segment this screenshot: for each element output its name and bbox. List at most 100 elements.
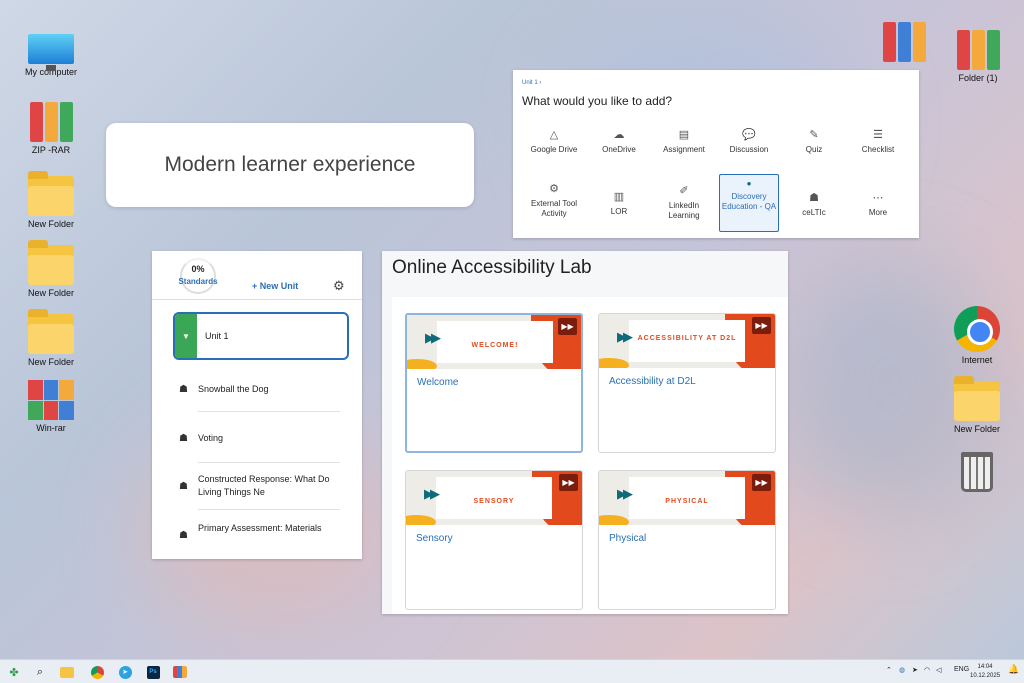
folder-icon xyxy=(28,240,74,285)
search-icon[interactable]: ⌕ xyxy=(31,663,49,681)
volume-icon[interactable]: ◁ xyxy=(936,666,941,674)
add-content-panel: Unit 1 › What would you like to add? △ G… xyxy=(513,70,919,238)
unit-item-selected[interactable]: ▼ Unit 1 xyxy=(173,312,349,360)
tool-checklist[interactable]: ☰ Checklist xyxy=(848,128,908,155)
tool-label: External Tool Activity xyxy=(530,199,578,219)
clock-time: 14:04 xyxy=(977,664,993,670)
fast-forward-icon[interactable]: ▶▶ xyxy=(752,474,771,491)
tool-discovery-education-qa[interactable]: ● Discovery Education - QA xyxy=(719,174,779,232)
notification-bell-icon[interactable]: 🔔 xyxy=(1008,664,1019,675)
assignment-icon: ▤ xyxy=(678,129,690,141)
list-item[interactable]: ☗ Voting xyxy=(179,432,343,445)
binders-icon xyxy=(28,102,74,142)
lab-card-sensory[interactable]: SENSORY ▶▶ ▶▶ Sensory xyxy=(405,470,583,610)
gear-icon[interactable]: ⚙ xyxy=(333,278,345,294)
onedrive-icon: ☁ xyxy=(613,129,625,141)
tool-quiz[interactable]: ✎ Quiz xyxy=(784,128,844,155)
divider xyxy=(198,509,340,510)
card-title-link[interactable]: Accessibility at D2L xyxy=(609,376,696,387)
fast-forward-icon[interactable]: ▶▶ xyxy=(558,318,577,335)
desktop-icon-my-computer[interactable]: My computer xyxy=(19,30,83,77)
desktop-icon-new-folder[interactable]: New Folder xyxy=(19,309,83,367)
language-indicator[interactable]: ENG xyxy=(954,666,969,673)
tool-discussion[interactable]: 💬 Discussion xyxy=(719,128,779,155)
taskbar: ✤ ⌕ ➤ Ps ⌃ ◍ ➤ ◠ ◁ ENG 14:04 10.12.2025 … xyxy=(0,659,1024,683)
desktop-icon-binders[interactable] xyxy=(872,22,936,65)
desktop-icon-label: New Folder xyxy=(27,288,74,298)
standards-percent: 0% xyxy=(191,264,205,274)
chrome-icon[interactable] xyxy=(88,663,106,681)
card-title-link[interactable]: Welcome xyxy=(417,377,459,388)
desktop-icon-label: ZIP -RAR xyxy=(31,145,71,155)
file-explorer-icon[interactable] xyxy=(58,663,76,681)
page-title: Online Accessibility Lab xyxy=(392,257,592,278)
tool-onedrive[interactable]: ☁ OneDrive xyxy=(589,128,649,155)
desktop-icon-new-folder[interactable]: New Folder xyxy=(19,171,83,229)
panel-question: What would you like to add? xyxy=(522,94,673,108)
tool-assignment[interactable]: ▤ Assignment xyxy=(654,128,714,155)
celtic-icon: ☗ xyxy=(809,192,819,204)
fast-forward-icon[interactable]: ▶▶ xyxy=(752,317,771,334)
clock[interactable]: 14:04 10.12.2025 xyxy=(970,663,1000,681)
telegram-tray-icon[interactable]: ➤ xyxy=(912,666,918,674)
celtic-icon: ☗ xyxy=(179,481,188,492)
card-title-link[interactable]: Sensory xyxy=(416,533,453,544)
card-title-link[interactable]: Physical xyxy=(609,533,646,544)
tool-more[interactable]: ⋯ More xyxy=(848,191,908,218)
list-item[interactable]: ☗ Snowball the Dog xyxy=(179,383,343,396)
list-item[interactable]: ☗ Primary Assessment: Materials xyxy=(179,522,343,541)
winrar-icon[interactable] xyxy=(171,663,189,681)
chrome-icon xyxy=(954,306,1000,352)
telegram-icon[interactable]: ➤ xyxy=(116,663,134,681)
lab-panel: Online Accessibility Lab WELCOME! ▶▶ ▶▶ … xyxy=(382,251,788,614)
network-icon[interactable]: ◍ xyxy=(899,666,905,674)
folder-icon xyxy=(28,309,74,354)
chevron-up-icon[interactable]: ⌃ xyxy=(886,666,892,674)
list-item[interactable]: ☗ Constructed Response: What Do Living T… xyxy=(179,473,343,498)
desktop-icon-zip-rar[interactable]: ZIP -RAR xyxy=(19,102,83,155)
desktop-icon-folder-1[interactable]: Folder (1) xyxy=(946,30,1010,83)
desktop-icon-recycle-bin[interactable] xyxy=(945,452,1009,495)
card-thumbnail: PHYSICAL ▶▶ ▶▶ xyxy=(599,471,775,525)
tool-external-tool-activity[interactable]: ⚙ External Tool Activity xyxy=(524,182,584,220)
tool-label: Discovery Education - QA xyxy=(721,192,777,212)
photoshop-icon[interactable]: Ps xyxy=(144,663,162,681)
play-logo-icon: ▶▶ xyxy=(424,486,440,501)
desktop-icon-new-folder[interactable]: New Folder xyxy=(19,240,83,298)
tool-label: LinkedIn Learning xyxy=(668,201,700,221)
tool-lor[interactable]: ▥ LOR xyxy=(589,190,649,217)
lab-card-welcome[interactable]: WELCOME! ▶▶ ▶▶ Welcome xyxy=(405,313,583,453)
tool-label: More xyxy=(868,208,888,217)
tool-google-drive[interactable]: △ Google Drive xyxy=(524,128,584,155)
unit-panel: 0% Standards + New Unit ⚙ ▼ Unit 1 ☗ Sno… xyxy=(152,251,362,559)
google-drive-icon: △ xyxy=(549,129,559,141)
tool-linkedin-learning[interactable]: ✐ LinkedIn Learning xyxy=(654,184,714,222)
lab-card-grid: WELCOME! ▶▶ ▶▶ Welcome ACCESSIBILITY AT … xyxy=(392,297,788,614)
clock-date: 10.12.2025 xyxy=(970,673,1001,679)
list-item-label: Constructed Response: What Do Living Thi… xyxy=(198,474,330,497)
tool-celtic[interactable]: ☗ ceLTIc xyxy=(784,191,844,218)
desktop-icon-internet[interactable]: Internet xyxy=(945,306,1009,365)
standards-link[interactable]: Standards xyxy=(172,277,224,286)
list-item-label: Voting xyxy=(198,433,224,443)
tool-label: Google Drive xyxy=(530,145,578,154)
checklist-icon: ☰ xyxy=(873,129,883,141)
chevron-down-icon[interactable]: ▼ xyxy=(175,314,197,358)
celtic-icon: ☗ xyxy=(179,433,188,444)
lab-card-accessibility[interactable]: ACCESSIBILITY AT D2L ▶▶ ▶▶ Accessibility… xyxy=(598,313,776,453)
tool-label: ceLTIc xyxy=(802,208,826,217)
linkedin-icon: ✐ xyxy=(679,185,689,197)
start-icon[interactable]: ✤ xyxy=(5,663,23,681)
tool-label: LOR xyxy=(610,207,628,216)
new-unit-button[interactable]: + New Unit xyxy=(252,281,298,291)
breadcrumb[interactable]: Unit 1 › xyxy=(522,80,541,86)
desktop-icon-win-rar[interactable]: Win-rar xyxy=(19,380,83,433)
binders-icon xyxy=(881,22,927,62)
lab-card-physical[interactable]: PHYSICAL ▶▶ ▶▶ Physical xyxy=(598,470,776,610)
desktop-icon-label: New Folder xyxy=(27,357,74,367)
fast-forward-icon[interactable]: ▶▶ xyxy=(559,474,578,491)
desktop-icon-label: New Folder xyxy=(953,424,1000,434)
recycle-bin-icon xyxy=(961,452,993,492)
desktop-icon-new-folder[interactable]: New Folder xyxy=(945,376,1009,434)
wifi-icon[interactable]: ◠ xyxy=(924,666,930,674)
